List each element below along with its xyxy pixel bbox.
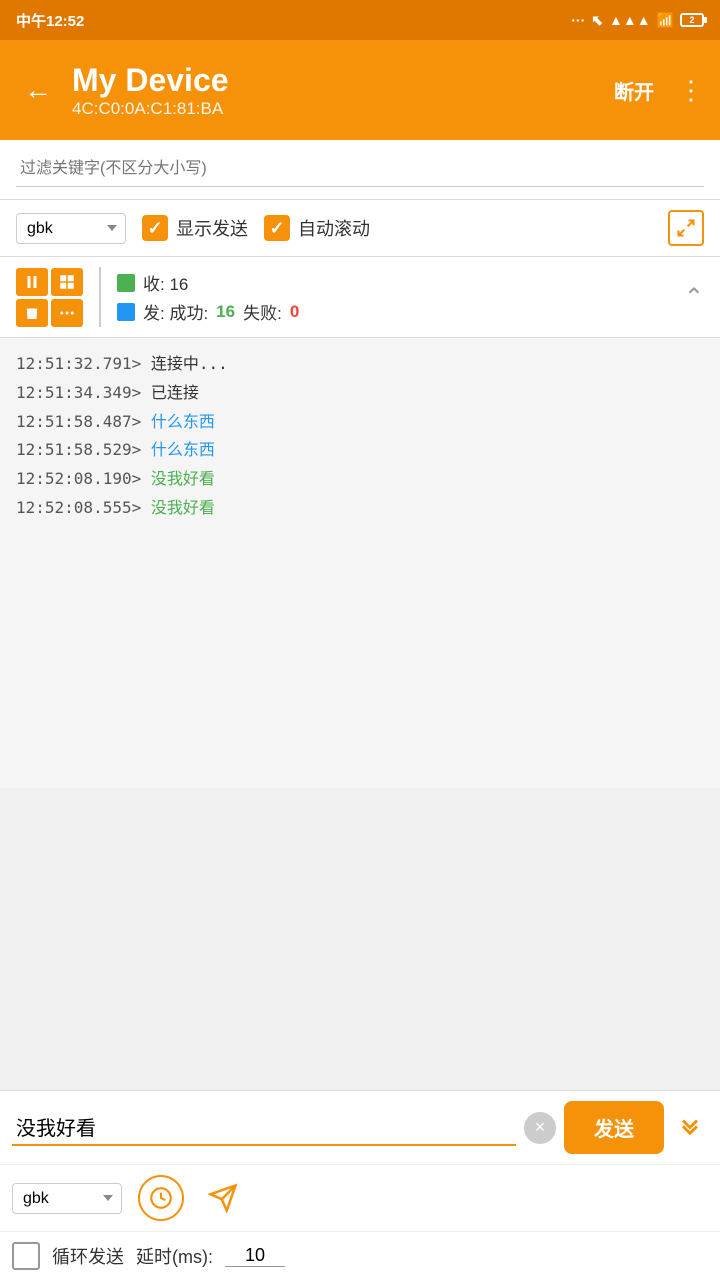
- success-count: 16: [216, 302, 235, 322]
- delay-input[interactable]: [225, 1245, 285, 1267]
- fail-count: 0: [290, 302, 299, 322]
- encoding-select-bottom[interactable]: gbk utf-8 ascii: [12, 1183, 122, 1214]
- stats-control-buttons: [16, 268, 83, 327]
- more-options-button[interactable]: ⋮: [678, 75, 704, 106]
- expand-button[interactable]: [668, 210, 704, 246]
- recv-count: 收: 16: [143, 270, 188, 295]
- show-send-label: 显示发送: [176, 215, 248, 241]
- show-send-group: ✓ 显示发送: [142, 215, 248, 241]
- show-send-checkbox[interactable]: ✓: [142, 215, 168, 241]
- send-stats: 发: 成功: 16 失败: 0: [117, 299, 672, 324]
- bottom-area: × 发送 gbk utf-8 ascii: [0, 1090, 720, 1280]
- log-entry: 12:51:32.791> 连接中...: [16, 350, 704, 379]
- dots-button[interactable]: [51, 299, 83, 327]
- filter-area: [0, 140, 720, 200]
- send-button[interactable]: 发送: [564, 1101, 664, 1154]
- log-entry: 12:51:58.529> 什么东西: [16, 436, 704, 465]
- device-title-group: My Device 4C:C0:0A:C1:81:BA: [72, 61, 594, 119]
- time-display: 中午12:52: [16, 10, 84, 31]
- fail-prefix: 失败:: [243, 299, 282, 324]
- recv-stats: 收: 16: [117, 270, 672, 295]
- clear-input-button[interactable]: ×: [524, 1112, 556, 1144]
- loop-label: 循环发送: [52, 1243, 124, 1269]
- delete-button[interactable]: [16, 299, 48, 327]
- encoding-select-top[interactable]: gbk utf-8 ascii: [16, 213, 126, 244]
- collapse-button[interactable]: ⌃: [684, 283, 704, 312]
- loop-row: 循环发送 延时(ms):: [0, 1232, 720, 1280]
- auto-scroll-group: ✓ 自动滚动: [264, 215, 370, 241]
- log-entry: 12:51:34.349> 已连接: [16, 379, 704, 408]
- send-row: × 发送: [0, 1091, 720, 1165]
- wifi-icon: 📶: [657, 12, 674, 29]
- send-indicator: [117, 303, 135, 321]
- recv-indicator: [117, 274, 135, 292]
- back-button[interactable]: ←: [16, 70, 60, 110]
- stats-text: 收: 16 发: 成功: 16 失败: 0: [117, 270, 672, 324]
- options-row: gbk utf-8 ascii: [0, 1165, 720, 1232]
- log-entry: 12:52:08.190> 没我好看: [16, 465, 704, 494]
- stats-area: 收: 16 发: 成功: 16 失败: 0 ⌃: [0, 257, 720, 338]
- signal-bars-icon: ▲▲▲: [609, 12, 651, 28]
- pause-button[interactable]: [16, 268, 48, 296]
- scroll-down-button[interactable]: [672, 1106, 708, 1149]
- signal-dots-icon: ···: [571, 12, 585, 28]
- send-preset-button[interactable]: [200, 1175, 246, 1221]
- disconnect-button[interactable]: 断开: [606, 72, 662, 109]
- app-bar-actions: 断开 ⋮: [606, 72, 704, 109]
- log-entry: 12:51:58.487> 什么东西: [16, 408, 704, 437]
- loop-checkbox[interactable]: [12, 1242, 40, 1270]
- delay-label: 延时(ms):: [136, 1243, 213, 1269]
- device-address: 4C:C0:0A:C1:81:BA: [72, 99, 223, 118]
- status-icons: ··· ⬉ ▲▲▲ 📶 2: [571, 12, 704, 29]
- status-bar: 中午12:52 ··· ⬉ ▲▲▲ 📶 2: [0, 0, 720, 40]
- auto-scroll-checkbox[interactable]: ✓: [264, 215, 290, 241]
- send-prefix: 发: 成功:: [143, 299, 208, 324]
- bluetooth-icon: ⬉: [591, 12, 603, 29]
- auto-scroll-label: 自动滚动: [298, 215, 370, 241]
- device-name: My Device: [72, 61, 594, 99]
- history-clock-button[interactable]: [138, 1175, 184, 1221]
- filter-input[interactable]: [16, 152, 704, 187]
- log-entry: 12:52:08.555> 没我好看: [16, 494, 704, 523]
- log-area: 12:51:32.791> 连接中...12:51:34.349> 已连接12:…: [0, 338, 720, 788]
- stats-divider: [99, 267, 101, 327]
- send-input[interactable]: [12, 1109, 516, 1144]
- layout-button[interactable]: [51, 268, 83, 296]
- toolbar-row: gbk utf-8 ascii ✓ 显示发送 ✓ 自动滚动: [0, 200, 720, 257]
- app-bar: ← My Device 4C:C0:0A:C1:81:BA 断开 ⋮: [0, 40, 720, 140]
- battery-icon: 2: [680, 13, 704, 27]
- send-input-wrap: [12, 1109, 516, 1146]
